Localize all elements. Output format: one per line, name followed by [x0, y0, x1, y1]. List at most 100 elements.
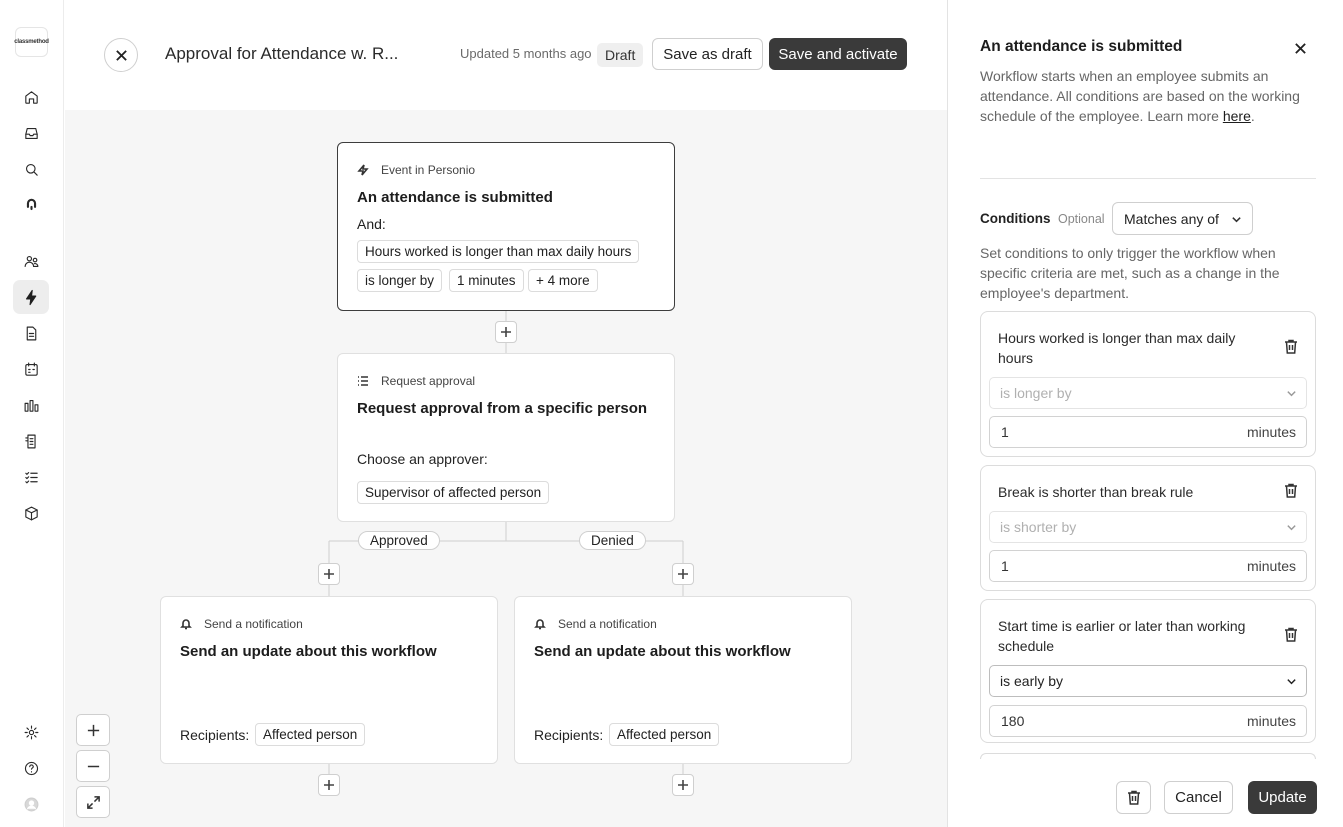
home-icon[interactable]: [13, 80, 49, 114]
notification-node-denied[interactable]: Send a notification Send an update about…: [514, 596, 852, 764]
trigger-and-label: And:: [357, 216, 386, 232]
condition-value-input[interactable]: 180 minutes: [989, 705, 1307, 737]
delete-condition-button[interactable]: [1282, 337, 1300, 355]
condition-operator-value: is longer by: [1000, 385, 1072, 401]
trash-icon: [1127, 790, 1140, 805]
chevron-down-icon: [1287, 525, 1296, 531]
people-icon[interactable]: [13, 244, 49, 278]
cancel-button[interactable]: Cancel: [1164, 781, 1233, 814]
marketplace-box-icon[interactable]: [13, 496, 49, 530]
condition-unit: minutes: [1246, 713, 1296, 729]
workflow-header: Approval for Attendance w. R... Updated …: [65, 0, 947, 110]
close-editor-button[interactable]: [104, 38, 138, 72]
plus-icon: [501, 327, 511, 337]
approval-title: Request approval from a specific person: [357, 400, 648, 417]
company-logo[interactable]: classmethod: [14, 27, 49, 57]
approver-label: Choose an approver:: [357, 451, 488, 467]
search-icon[interactable]: [13, 152, 49, 186]
condition-card: Hours worked is longer than max daily ho…: [980, 311, 1316, 457]
notification-title: Send an update about this workflow: [534, 643, 791, 660]
bell-icon: [534, 619, 546, 630]
condition-operator-value: is early by: [1000, 673, 1064, 689]
trigger-value-chip: 1 minutes: [449, 269, 524, 292]
panel-description-suffix: .: [1250, 108, 1255, 124]
condition-operator-select[interactable]: is shorter by: [989, 511, 1307, 543]
inbox-icon[interactable]: [13, 116, 49, 150]
chevron-down-icon: [1287, 679, 1296, 685]
close-panel-button[interactable]: [1290, 38, 1310, 58]
recipients-label: Recipients:: [534, 727, 604, 743]
tasks-list-icon[interactable]: [13, 460, 49, 494]
add-step-after-denied-button[interactable]: [672, 774, 694, 796]
user-avatar-icon[interactable]: [13, 787, 49, 821]
approval-type: Request approval: [381, 374, 476, 388]
condition-value-input[interactable]: 1 minutes: [989, 416, 1307, 448]
match-mode-select[interactable]: Matches any of: [1112, 202, 1253, 235]
condition-card: Break is shorter than break rule is shor…: [980, 465, 1316, 591]
condition-value: 1: [1001, 558, 1009, 574]
plus-icon: [324, 780, 334, 790]
settings-gear-icon[interactable]: [13, 715, 49, 749]
notification-type: Send a notification: [204, 617, 303, 631]
document-icon[interactable]: [13, 316, 49, 350]
add-step-after-approved-button[interactable]: [318, 774, 340, 796]
approval-node-header: Request approval: [357, 374, 475, 388]
assistant-icon[interactable]: [13, 188, 49, 222]
save-and-activate-button[interactable]: Save and activate: [769, 38, 907, 70]
condition-operator-select[interactable]: is early by: [989, 665, 1307, 697]
zoom-out-minus-icon: [87, 765, 99, 767]
analytics-icon[interactable]: [13, 388, 49, 422]
chevron-down-icon: [1232, 217, 1241, 223]
condition-title: Hours worked is longer than max daily ho…: [998, 330, 1236, 366]
zoom-out-button[interactable]: [76, 750, 110, 782]
fit-view-button[interactable]: [76, 786, 110, 818]
zoom-in-button[interactable]: [76, 714, 110, 746]
add-step-denied-button[interactable]: [672, 563, 694, 585]
branch-denied-label: Denied: [579, 531, 646, 550]
trigger-operator-chip: is longer by: [357, 269, 443, 292]
conditions-label: Conditions: [980, 211, 1051, 226]
last-updated-text: Updated 5 months ago: [460, 46, 592, 61]
trigger-title: An attendance is submitted: [357, 189, 553, 206]
match-mode-value: Matches any of: [1124, 210, 1219, 227]
automation-lightning-icon[interactable]: [13, 280, 49, 314]
trash-icon: [1285, 339, 1297, 354]
help-icon[interactable]: [13, 751, 49, 785]
condition-value: 180: [1001, 713, 1025, 729]
branch-approved-label: Approved: [358, 531, 440, 550]
add-step-approved-button[interactable]: [318, 563, 340, 585]
learn-more-link[interactable]: here: [1223, 108, 1251, 124]
expand-icon: [86, 795, 100, 809]
update-button[interactable]: Update: [1248, 781, 1317, 814]
recipient-chip: Affected person: [609, 723, 720, 746]
approval-node[interactable]: Request approval Request approval from a…: [337, 353, 675, 522]
more-conditions-chip[interactable]: + 4 more: [528, 269, 598, 292]
status-badge: Draft: [597, 43, 644, 67]
delete-condition-button[interactable]: [1282, 625, 1300, 643]
trigger-condition-chip: Hours worked is longer than max daily ho…: [357, 240, 640, 263]
condition-title: Break is shorter than break rule: [998, 484, 1194, 500]
recipients-label: Recipients:: [180, 727, 250, 743]
recipient-chip: Affected person: [255, 723, 366, 746]
notification-node-approved[interactable]: Send a notification Send an update about…: [160, 596, 498, 764]
trash-icon: [1285, 627, 1297, 642]
workflow-canvas[interactable]: Event in Personio An attendance is submi…: [65, 110, 947, 827]
trigger-node-header: Event in Personio: [357, 163, 475, 177]
trigger-node[interactable]: Event in Personio An attendance is submi…: [337, 142, 675, 311]
condition-value-input[interactable]: 1 minutes: [989, 550, 1307, 582]
delete-condition-button[interactable]: [1282, 481, 1300, 499]
save-as-draft-button[interactable]: Save as draft: [652, 38, 763, 70]
workflow-title: Approval for Attendance w. R...: [165, 44, 399, 63]
conditions-help-text: Set conditions to only trigger the workf…: [980, 245, 1280, 301]
checklist-icon: [358, 376, 368, 386]
logo-text: classmethod: [14, 39, 49, 45]
panel-title: An attendance is submitted: [980, 38, 1183, 55]
divider: [980, 178, 1316, 179]
condition-operator-select[interactable]: is longer by: [989, 377, 1307, 409]
calendar-icon[interactable]: [13, 352, 49, 386]
add-step-button[interactable]: [495, 321, 517, 343]
left-navigation-rail: classmethod: [0, 0, 64, 827]
lightning-icon: [357, 164, 369, 176]
payroll-icon[interactable]: [13, 424, 49, 458]
delete-trigger-button[interactable]: [1116, 781, 1151, 814]
